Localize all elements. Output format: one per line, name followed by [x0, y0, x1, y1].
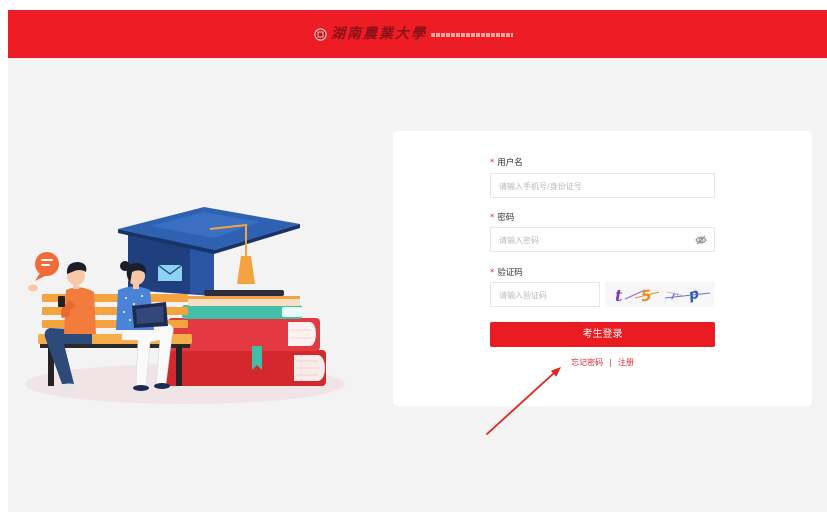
bench-leg: [176, 346, 182, 386]
eye-off-graphic: [695, 235, 707, 245]
username-field[interactable]: [490, 173, 715, 198]
chat-bubble-icon: [35, 252, 59, 281]
phone-icon: [58, 296, 65, 307]
university-logo[interactable]: 湖南農業大學: [314, 25, 513, 43]
seal-ring: [314, 27, 327, 41]
candidate-login-button[interactable]: 考生登录: [490, 322, 715, 347]
username-label: * 用户名: [490, 157, 523, 169]
forgot-password-link[interactable]: 忘记密码: [571, 358, 603, 367]
username-label-text: 用户名: [497, 158, 523, 168]
woman-shoe: [133, 385, 149, 391]
register-link[interactable]: 注册: [618, 358, 634, 367]
captcha-graphic: t 5 r p: [615, 286, 711, 305]
blouse-dot: [133, 303, 135, 305]
captcha-char: t: [615, 286, 623, 305]
password-field[interactable]: [490, 227, 715, 252]
chat-line: [41, 259, 53, 261]
captcha-input[interactable]: [491, 284, 599, 307]
required-mark: *: [490, 268, 495, 278]
book-pages: [282, 307, 302, 317]
seal-graphic: [314, 27, 327, 41]
logo-text: 湖南農業大學: [331, 26, 427, 42]
username-input[interactable]: [491, 175, 714, 198]
woman-shoe: [154, 383, 170, 389]
graduation-cap: [118, 207, 300, 296]
book-dark: [204, 290, 284, 296]
university-seal-icon: [314, 27, 327, 41]
logo-subtitle-lettering: [431, 33, 513, 37]
password-label-text: 密码: [497, 213, 515, 223]
laptop-screen: [136, 306, 164, 324]
eye-off-icon[interactable]: [695, 235, 707, 245]
envelope-icon: [157, 264, 183, 281]
blouse-dot: [123, 311, 125, 313]
top-header-bar: 湖南農業大學: [8, 10, 827, 58]
arrow-shaft: [486, 372, 555, 435]
woman-hair-bun: [120, 261, 130, 271]
book-orange-band: [188, 296, 300, 299]
red-arrow-icon: [486, 367, 561, 435]
required-mark: *: [490, 158, 495, 168]
blouse-dot: [125, 297, 127, 299]
chat-line: [41, 264, 50, 266]
password-label: * 密码: [490, 212, 514, 224]
login-card: *用户名 *密码 *验证码 t 5 r p: [393, 131, 812, 406]
captcha-label-text: 验证码: [497, 268, 523, 278]
blouse-dot: [129, 319, 131, 321]
required-mark: *: [490, 213, 495, 223]
captcha-field[interactable]: [490, 282, 600, 307]
book-pages: [288, 322, 316, 346]
blouse-dot: [141, 295, 143, 297]
students-graduation-illustration: [25, 207, 345, 404]
man-shoe: [60, 383, 78, 391]
tassel: [237, 256, 255, 284]
waving-hand-icon: [28, 284, 38, 292]
captcha-image[interactable]: t 5 r p: [605, 282, 715, 307]
link-separator: |: [609, 358, 612, 367]
password-input[interactable]: [491, 229, 714, 252]
captcha-label: * 验证码: [490, 267, 523, 279]
